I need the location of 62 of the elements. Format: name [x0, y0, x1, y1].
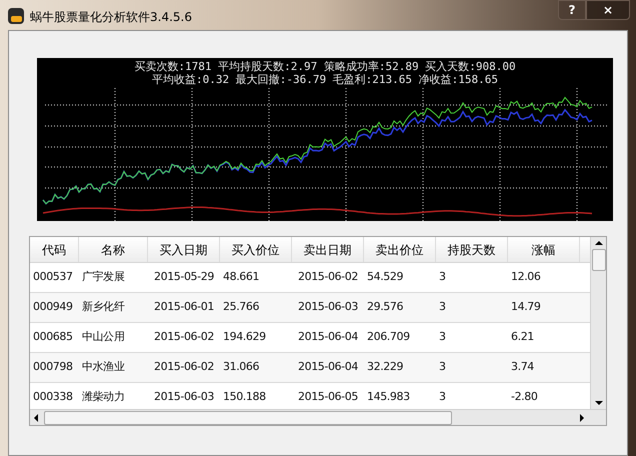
table-cell-text: 2015-06-02 — [153, 359, 214, 376]
close-button[interactable]: × — [586, 0, 630, 20]
table-cell-text: 2015-06-04 — [297, 359, 358, 376]
column-header[interactable]: 买入价位 — [220, 237, 292, 262]
table-cell-text: 12.06 — [511, 269, 540, 286]
table-cell-text: 32.229 — [367, 359, 404, 376]
scroll-thumb[interactable] — [44, 410, 452, 424]
table-cell-text: 新乡化纤 — [82, 299, 124, 316]
scroll-right-icon[interactable] — [580, 414, 584, 422]
table-cell-text: 2015-06-04 — [297, 329, 358, 346]
table-cell-text: 2015-06-03 — [153, 389, 214, 406]
column-header[interactable]: 持股天数 — [436, 237, 508, 262]
table-cell-text: 3.74 — [511, 359, 534, 376]
table-cell-text: 中山公用 — [82, 329, 124, 346]
table-cell-text: 3 — [439, 299, 446, 316]
column-header[interactable]: 涨幅 — [508, 237, 580, 262]
scroll-thumb[interactable] — [592, 249, 606, 271]
table-cell-text: 2015-06-01 — [153, 299, 214, 316]
column-header[interactable]: 买入日期 — [148, 237, 220, 262]
table-cell-text: 2015-06-02 — [297, 269, 358, 286]
horizontal-scrollbar[interactable] — [30, 409, 606, 425]
column-header[interactable]: 卖出日期 — [292, 237, 364, 262]
table-cell-text: 潍柴动力 — [82, 389, 124, 406]
table-cell-text: 25.766 — [223, 299, 260, 316]
column-header[interactable]: 名称 — [79, 237, 148, 262]
app-icon — [8, 8, 24, 24]
table-cell-text: 广宇发展 — [82, 269, 124, 286]
table-cell-text: 31.066 — [223, 359, 260, 376]
window-title: 蜗牛股票量化分析软件3.4.5.6 — [30, 9, 192, 26]
table-cell-text: 194.629 — [223, 329, 266, 346]
table-cell-text: 2015-06-03 — [297, 299, 358, 316]
table-cell-text: 206.709 — [367, 329, 410, 346]
scroll-left-icon[interactable] — [34, 414, 38, 422]
table-cell-text: 2015-06-05 — [297, 389, 358, 406]
table-cell-text: 48.661 — [223, 269, 260, 286]
table-cell-text: 29.576 — [367, 299, 404, 316]
table-cell-text: 6.21 — [511, 329, 534, 346]
column-header[interactable]: 卖出价位 — [364, 237, 436, 262]
table-cell-text: 14.79 — [511, 299, 540, 316]
table-cell-text: 3 — [439, 329, 446, 346]
table-cell-text: 000338 — [33, 389, 73, 406]
table-cell-text: 3 — [439, 359, 446, 376]
table-cell-text: 000949 — [33, 299, 73, 316]
table-cell-text: 145.983 — [367, 389, 410, 406]
table-cell-text: 中水渔业 — [82, 359, 124, 376]
table-cell-text: 150.188 — [223, 389, 266, 406]
table-cell-text: 54.529 — [367, 269, 404, 286]
table-cell-text: 2015-06-02 — [153, 329, 214, 346]
table-cell-text: 3 — [439, 389, 446, 406]
summary-text: 平均收益:0.32 最大回撤:-36.79 毛盈利:213.65 净收益:158.65 — [152, 73, 498, 86]
column-header[interactable]: 代码 — [30, 237, 79, 262]
table-cell-text: 000685 — [33, 329, 73, 346]
summary-text: 买卖次数:1781 平均持股天数:2.97 策略成功率:52.89 买入天数:908.00 — [134, 60, 516, 73]
table-cell-text: 2015-05-29 — [153, 269, 214, 286]
scroll-down-icon[interactable] — [594, 401, 603, 405]
help-button[interactable]: ? — [558, 0, 586, 20]
table-cell-text: 000798 — [33, 359, 73, 376]
scroll-up-icon[interactable] — [594, 241, 603, 245]
vertical-scrollbar[interactable] — [590, 237, 606, 409]
table-cell-text: 000537 — [33, 269, 73, 286]
table-cell-text: 3 — [439, 269, 446, 286]
table-cell-text: -2.80 — [511, 389, 538, 406]
